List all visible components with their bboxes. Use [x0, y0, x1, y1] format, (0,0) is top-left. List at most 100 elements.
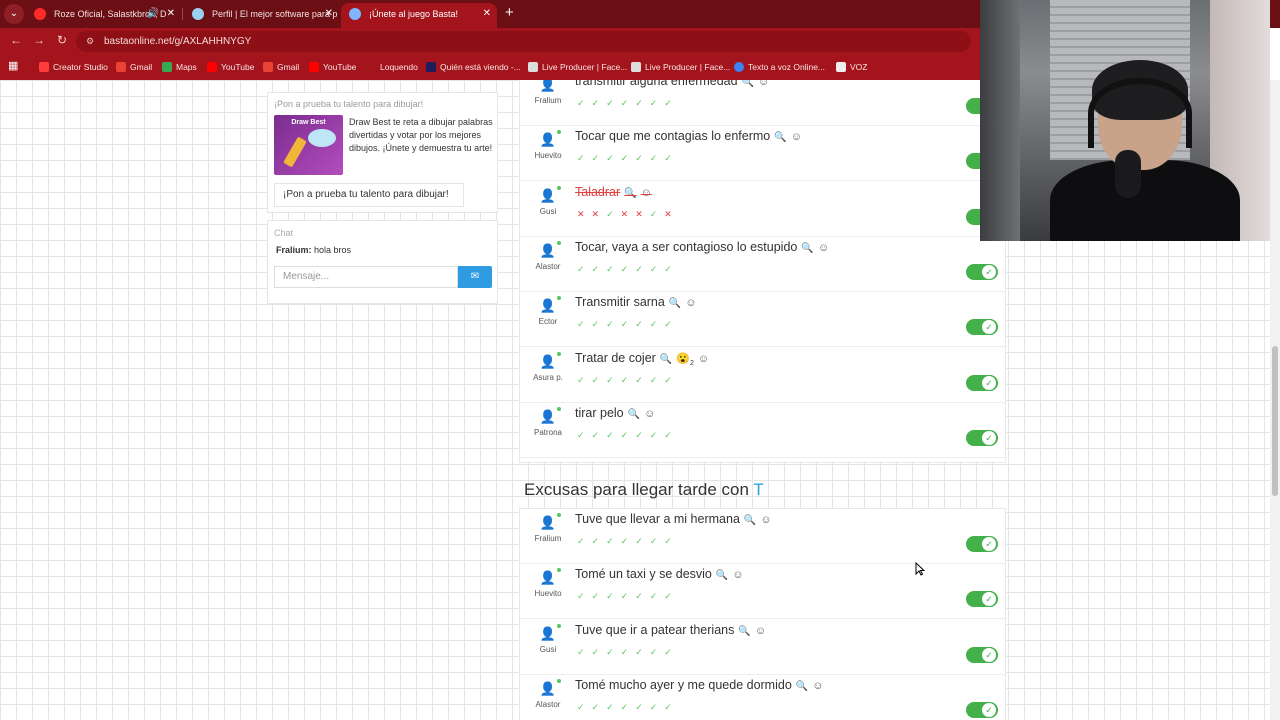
- search-icon[interactable]: 🔍: [774, 132, 786, 143]
- promo-button[interactable]: ¡Pon a prueba tu talento para dibujar!: [274, 183, 464, 207]
- vote-ok-icon[interactable]: ✓: [577, 647, 592, 657]
- search-icon[interactable]: 🔍: [742, 80, 754, 88]
- vote-ok-icon[interactable]: ✓: [606, 430, 621, 440]
- reaction-badge[interactable]: 😮2: [676, 353, 694, 367]
- vote-ok-icon[interactable]: ✓: [650, 702, 665, 712]
- vote-ok-icon[interactable]: ✓: [664, 319, 679, 329]
- vote-ok-icon[interactable]: ✓: [664, 153, 679, 163]
- forward-arrow-icon[interactable]: →: [33, 33, 45, 47]
- vote-ok-icon[interactable]: ✓: [592, 153, 607, 163]
- search-icon[interactable]: 🔍: [628, 409, 640, 420]
- vote-ok-icon[interactable]: ✓: [577, 98, 592, 108]
- vote-ok-icon[interactable]: ✓: [577, 591, 592, 601]
- vote-ok-icon[interactable]: ✓: [621, 98, 636, 108]
- vote-no-icon[interactable]: ✕: [621, 209, 636, 219]
- url-input[interactable]: ⚙ bastaonline.net/g/AXLAHHNYGY: [76, 31, 971, 52]
- validate-toggle[interactable]: [966, 374, 998, 391]
- vote-ok-icon[interactable]: ✓: [650, 430, 665, 440]
- vote-ok-icon[interactable]: ✓: [650, 153, 665, 163]
- vote-ok-icon[interactable]: ✓: [664, 375, 679, 385]
- vote-ok-icon[interactable]: ✓: [621, 536, 636, 546]
- vote-ok-icon[interactable]: ✓: [606, 98, 621, 108]
- add-reaction-icon[interactable]: ☺: [698, 353, 709, 365]
- vote-ok-icon[interactable]: ✓: [635, 264, 650, 274]
- vote-ok-icon[interactable]: ✓: [621, 319, 636, 329]
- bookmark-gmail-2[interactable]: Gmail: [263, 60, 299, 74]
- vote-ok-icon[interactable]: ✓: [592, 430, 607, 440]
- vote-ok-icon[interactable]: ✓: [664, 98, 679, 108]
- search-icon[interactable]: 🔍: [801, 243, 813, 254]
- add-reaction-icon[interactable]: ☺: [732, 569, 743, 581]
- draw-best-image[interactable]: Draw Best: [274, 115, 343, 175]
- vote-ok-icon[interactable]: ✓: [606, 702, 621, 712]
- tab-perfil[interactable]: Perfil | El mejor software para p ✕: [184, 3, 339, 28]
- add-reaction-icon[interactable]: ☺: [760, 514, 771, 526]
- vote-ok-icon[interactable]: ✓: [577, 536, 592, 546]
- tab-search-icon[interactable]: ⌄: [4, 4, 24, 24]
- page-scrollbar[interactable]: [1270, 80, 1280, 720]
- vote-no-icon[interactable]: ✕: [635, 209, 650, 219]
- vote-ok-icon[interactable]: ✓: [577, 153, 592, 163]
- vote-ok-icon[interactable]: ✓: [664, 430, 679, 440]
- vote-ok-icon[interactable]: ✓: [606, 264, 621, 274]
- vote-ok-icon[interactable]: ✓: [664, 591, 679, 601]
- vote-no-icon[interactable]: ✕: [592, 209, 607, 219]
- vote-ok-icon[interactable]: ✓: [606, 647, 621, 657]
- validate-toggle[interactable]: [966, 536, 998, 552]
- vote-ok-icon[interactable]: ✓: [650, 209, 665, 219]
- validate-toggle[interactable]: [966, 263, 998, 280]
- add-reaction-icon[interactable]: ☺: [755, 625, 766, 637]
- vote-ok-icon[interactable]: ✓: [635, 591, 650, 601]
- vote-ok-icon[interactable]: ✓: [592, 375, 607, 385]
- vote-ok-icon[interactable]: ✓: [650, 264, 665, 274]
- vote-ok-icon[interactable]: ✓: [577, 264, 592, 274]
- vote-ok-icon[interactable]: ✓: [650, 591, 665, 601]
- vote-no-icon[interactable]: ✕: [577, 209, 592, 219]
- vote-ok-icon[interactable]: ✓: [664, 647, 679, 657]
- add-reaction-icon[interactable]: ☺: [644, 408, 655, 420]
- vote-ok-icon[interactable]: ✓: [650, 319, 665, 329]
- vote-ok-icon[interactable]: ✓: [635, 647, 650, 657]
- validate-toggle[interactable]: [966, 429, 998, 446]
- vote-ok-icon[interactable]: ✓: [635, 375, 650, 385]
- bookmark-loquendo[interactable]: Loquendo: [366, 60, 418, 74]
- bookmark-texto-a-voz[interactable]: Texto a voz Online...: [734, 60, 825, 74]
- reload-icon[interactable]: ↻: [57, 33, 67, 47]
- vote-ok-icon[interactable]: ✓: [606, 209, 621, 219]
- vote-ok-icon[interactable]: ✓: [650, 375, 665, 385]
- bookmark-live-producer-2[interactable]: Live Producer | Face...: [631, 60, 730, 74]
- search-icon[interactable]: 🔍: [624, 188, 636, 199]
- vote-ok-icon[interactable]: ✓: [577, 430, 592, 440]
- close-tab-icon[interactable]: ✕: [325, 3, 333, 25]
- vote-ok-icon[interactable]: ✓: [592, 647, 607, 657]
- tab-basta[interactable]: ¡Únete al juego Basta! ✕: [341, 3, 497, 28]
- vote-ok-icon[interactable]: ✓: [606, 319, 621, 329]
- chat-send-button[interactable]: ✉: [458, 266, 492, 288]
- vote-ok-icon[interactable]: ✓: [592, 591, 607, 601]
- search-icon[interactable]: 🔍: [669, 298, 681, 309]
- vote-ok-icon[interactable]: ✓: [650, 647, 665, 657]
- add-reaction-icon[interactable]: ☺: [758, 80, 769, 88]
- search-icon[interactable]: 🔍: [660, 354, 672, 365]
- vote-ok-icon[interactable]: ✓: [592, 536, 607, 546]
- search-icon[interactable]: 🔍: [716, 570, 728, 581]
- search-icon[interactable]: 🔍: [796, 681, 808, 692]
- search-icon[interactable]: 🔍: [738, 626, 750, 637]
- validate-toggle[interactable]: [966, 319, 998, 336]
- vote-ok-icon[interactable]: ✓: [621, 430, 636, 440]
- vote-ok-icon[interactable]: ✓: [664, 264, 679, 274]
- tab-roze[interactable]: Roze Oficial, Salastkbron, D 🔊 ✕: [26, 3, 181, 28]
- vote-ok-icon[interactable]: ✓: [606, 153, 621, 163]
- vote-ok-icon[interactable]: ✓: [577, 375, 592, 385]
- search-icon[interactable]: 🔍: [744, 515, 756, 526]
- validate-toggle[interactable]: [966, 701, 998, 718]
- validate-toggle[interactable]: [966, 646, 998, 663]
- add-reaction-icon[interactable]: ☺: [812, 680, 823, 692]
- vote-ok-icon[interactable]: ✓: [606, 536, 621, 546]
- vote-ok-icon[interactable]: ✓: [621, 264, 636, 274]
- vote-ok-icon[interactable]: ✓: [650, 98, 665, 108]
- vote-ok-icon[interactable]: ✓: [592, 98, 607, 108]
- vote-ok-icon[interactable]: ✓: [621, 647, 636, 657]
- vote-ok-icon[interactable]: ✓: [635, 536, 650, 546]
- add-reaction-icon[interactable]: ☺: [791, 131, 802, 143]
